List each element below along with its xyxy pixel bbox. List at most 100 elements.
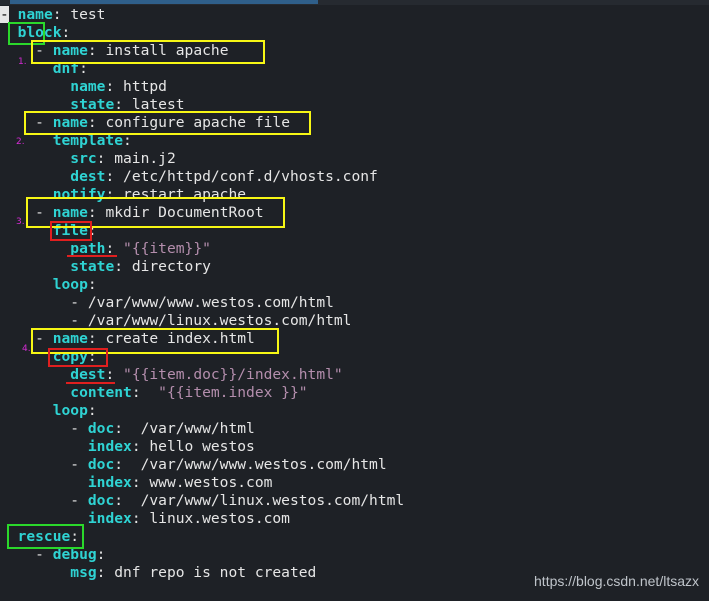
code-line[interactable]: block: <box>0 24 71 42</box>
editor-top-bar <box>0 0 709 5</box>
code-line[interactable]: - /var/www/www.westos.com/html <box>0 294 334 312</box>
key-separator: : <box>123 132 132 149</box>
key-separator: : <box>87 114 106 131</box>
yaml-key: rescue <box>17 528 71 545</box>
yaml-value: /var/www/linux.westos.com/html <box>140 492 405 509</box>
code-line[interactable]: - debug: <box>0 546 105 564</box>
key-separator: : <box>96 150 115 167</box>
code-line[interactable]: index: hello westos <box>0 438 255 456</box>
yaml-value: mkdir DocumentRoot <box>105 204 264 221</box>
code-line[interactable]: - name: configure apache file <box>0 114 290 132</box>
dest-underline <box>66 382 115 384</box>
list-dash: - <box>35 42 53 59</box>
code-line[interactable]: loop: <box>0 402 97 420</box>
yaml-string-value: "{{item.doc}}/index.html" <box>123 366 343 383</box>
code-line[interactable]: src: main.j2 <box>0 150 175 168</box>
yaml-key: template <box>52 132 124 149</box>
yaml-value: restart apache <box>123 186 247 203</box>
code-line[interactable]: name: httpd <box>0 78 167 96</box>
key-separator: : <box>114 258 132 275</box>
code-line[interactable]: notify: restart apache <box>0 186 246 204</box>
yaml-value: /var/www/www.westos.com/html <box>140 456 387 473</box>
yaml-key: notify <box>52 186 106 203</box>
yaml-key: name <box>52 114 88 131</box>
list-dash: - <box>35 546 53 563</box>
yaml-key: name <box>52 204 88 221</box>
yaml-value: httpd <box>123 78 167 95</box>
key-separator: : <box>87 330 106 347</box>
yaml-value: configure apache file <box>105 114 290 131</box>
code-line[interactable]: copy: <box>0 348 97 366</box>
code-line[interactable]: dest: /etc/httpd/conf.d/vhosts.conf <box>0 168 378 186</box>
code-line[interactable]: dest: "{{item.doc}}/index.html" <box>0 366 343 384</box>
key-separator: : <box>114 492 141 509</box>
yaml-value: /etc/httpd/conf.d/vhosts.conf <box>123 168 378 185</box>
yaml-key: name <box>70 78 106 95</box>
code-line[interactable]: - name: create index.html <box>0 330 255 348</box>
yaml-key: index <box>87 510 132 527</box>
yaml-key: file <box>52 222 88 239</box>
code-line[interactable]: - doc: /var/www/linux.westos.com/html <box>0 492 404 510</box>
yaml-value: linux.westos.com <box>149 510 290 527</box>
list-dash: - <box>70 420 88 437</box>
yaml-key: src <box>70 150 97 167</box>
code-line[interactable]: state: directory <box>0 258 211 276</box>
yaml-key: name <box>52 330 88 347</box>
key-separator: : <box>87 222 97 239</box>
key-separator: : <box>131 438 150 455</box>
yaml-key: dnf <box>52 60 80 77</box>
yaml-key: doc <box>87 456 115 473</box>
code-line[interactable]: index: linux.westos.com <box>0 510 290 528</box>
key-separator: : <box>131 474 150 491</box>
yaml-value: latest <box>131 96 185 113</box>
key-separator: : <box>105 366 124 383</box>
yaml-value: test <box>70 6 106 23</box>
key-separator: : <box>114 96 132 113</box>
code-line[interactable]: rescue: <box>0 528 80 546</box>
key-separator: : <box>96 546 106 563</box>
code-line[interactable]: loop: <box>0 276 97 294</box>
code-line[interactable]: dnf: <box>0 60 88 78</box>
list-dash: - <box>35 114 53 131</box>
key-separator: : <box>96 564 115 581</box>
list-dash: - <box>70 294 88 311</box>
yaml-key: msg <box>70 564 97 581</box>
code-line[interactable]: - doc: /var/www/html <box>0 420 255 438</box>
step-number-2: 2. <box>16 137 25 147</box>
step-number-3: 3. <box>16 217 25 227</box>
code-line[interactable]: msg: dnf repo is not created <box>0 564 316 582</box>
key-separator: : <box>105 168 124 185</box>
yaml-key: name <box>17 6 53 23</box>
editor-tab-indicator <box>10 0 318 4</box>
code-line[interactable]: content: "{{item.index }}" <box>0 384 308 402</box>
yaml-value: /var/www/linux.westos.com/html <box>87 312 352 329</box>
code-line[interactable]: - name: test <box>0 6 105 24</box>
code-line[interactable]: index: www.westos.com <box>0 474 273 492</box>
step-number-4: 4. <box>22 344 31 354</box>
yaml-value: /var/www/www.westos.com/html <box>87 294 334 311</box>
yaml-string-value: "{{item.index }}" <box>158 384 308 401</box>
code-line[interactable]: state: latest <box>0 96 185 114</box>
code-line[interactable]: - doc: /var/www/www.westos.com/html <box>0 456 387 474</box>
yaml-string-value: "{{item}}" <box>123 240 211 257</box>
yaml-key: loop <box>52 402 88 419</box>
code-line[interactable]: file: <box>0 222 97 240</box>
code-line[interactable]: - name: mkdir DocumentRoot <box>0 204 264 222</box>
code-line[interactable]: - /var/www/linux.westos.com/html <box>0 312 351 330</box>
list-dash: - <box>35 330 53 347</box>
code-line[interactable]: - name: install apache <box>0 42 228 60</box>
